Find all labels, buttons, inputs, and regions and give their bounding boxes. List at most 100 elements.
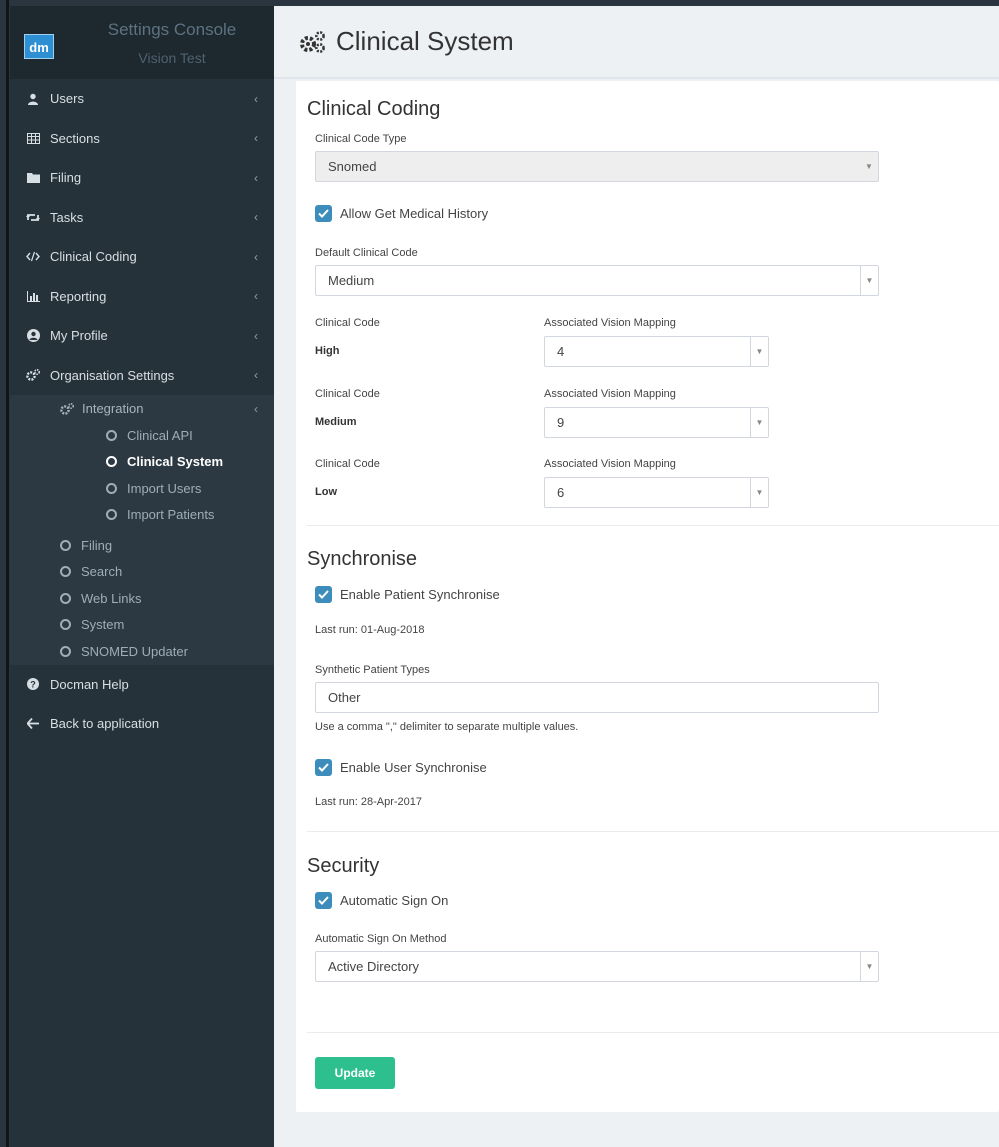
sidebar-item-label: Filing (50, 170, 82, 186)
default-code-select[interactable]: Medium ▼ (315, 265, 879, 296)
sidebar-item-back-to-application[interactable]: Back to application (10, 704, 274, 744)
sign-on-method-label: Automatic Sign On Method (315, 933, 447, 945)
settings-card: Clinical Coding Clinical Code Type Snome… (296, 81, 999, 1112)
arrow-left-icon (26, 717, 40, 731)
user-last-run: Last run: 28-Apr-2017 (315, 796, 423, 808)
folder-icon (26, 171, 40, 185)
allow-history-label: Allow Get Medical History (340, 206, 489, 221)
mapping-value: 4 (557, 344, 565, 359)
update-button[interactable]: Update (315, 1057, 395, 1089)
caret-down-icon: ▼ (750, 337, 768, 366)
sidebar-item-organisation-settings[interactable]: Organisation Settings ‹ (10, 356, 274, 396)
sidebar-item-clinical-coding[interactable]: Clinical Coding ‹ (10, 237, 274, 277)
sidebar-item-label: Web Links (81, 590, 142, 606)
synthetic-label: Synthetic Patient Types (315, 664, 430, 676)
patient-sync-checkbox[interactable] (315, 586, 332, 603)
synthetic-hint: Use a comma "," delimiter to separate mu… (315, 721, 579, 733)
code-type-label: Clinical Code Type (315, 133, 407, 145)
mapping-select-medium[interactable]: 9 ▼ (544, 407, 769, 438)
sidebar-item-my-profile[interactable]: My Profile ‹ (10, 316, 274, 356)
mapping-value: 9 (557, 415, 565, 430)
mapping-select-high[interactable]: 4 ▼ (544, 336, 769, 367)
sidebar-item-label: Back to application (50, 716, 160, 732)
auto-sign-on-checkbox[interactable] (315, 892, 332, 909)
allow-history-row[interactable]: Allow Get Medical History (315, 205, 488, 222)
sidebar-item-org-filing[interactable]: Filing (10, 532, 274, 559)
caret-down-icon: ▼ (860, 952, 878, 981)
cogs-icon (60, 402, 74, 415)
circle-icon (60, 645, 71, 657)
brand-header[interactable]: dm Settings Console Vision Test (10, 6, 274, 79)
question-circle-icon: ? (26, 677, 40, 691)
default-code-value: Medium (328, 273, 375, 288)
sidebar-item-label: Clinical Coding (50, 249, 137, 265)
sidebar-item-web-links[interactable]: Web Links (10, 585, 274, 612)
sidebar-item-label: Search (81, 564, 123, 580)
sidebar-item-clinical-system[interactable]: Clinical System (10, 449, 274, 476)
mapping-select-low[interactable]: 6 ▼ (544, 477, 769, 508)
security-heading: Security (307, 855, 380, 877)
check-icon (318, 763, 329, 772)
caret-down-icon: ▼ (860, 266, 878, 295)
chevron-left-icon: ‹ (254, 210, 258, 225)
sidebar-item-label: My Profile (50, 328, 108, 344)
sidebar-item-label: Organisation Settings (50, 367, 175, 383)
sidebar-item-reporting[interactable]: Reporting ‹ (10, 277, 274, 317)
mapping-code-high: High (315, 345, 340, 357)
synthetic-input[interactable]: Other (315, 682, 879, 713)
sidebar-item-tasks[interactable]: Tasks ‹ (10, 198, 274, 238)
sidebar-item-snomed-updater[interactable]: SNOMED Updater (10, 638, 274, 665)
sidebar-item-users[interactable]: Users ‹ (10, 79, 274, 119)
sidebar-item-label: System (81, 617, 125, 633)
code-type-value: Snomed (328, 159, 377, 174)
sidebar-item-label: Users (50, 91, 84, 107)
sidebar-item-import-patients[interactable]: Import Patients (10, 502, 274, 529)
bar-chart-icon (26, 289, 40, 303)
circle-icon (106, 509, 117, 521)
page-title: Clinical System (298, 26, 514, 57)
clinical-code-label: Clinical Code (315, 317, 380, 329)
sidebar-item-label: Docman Help (50, 676, 129, 692)
retweet-icon (26, 210, 40, 224)
sidebar-item-label: Integration (82, 401, 144, 416)
cogs-icon (300, 30, 325, 53)
sidebar-item-clinical-api[interactable]: Clinical API (10, 422, 274, 449)
sidebar-item-label: Import Users (127, 480, 202, 496)
auto-sign-on-row[interactable]: Automatic Sign On (315, 892, 448, 909)
circle-icon (60, 592, 71, 604)
circle-icon (106, 456, 117, 468)
code-type-select[interactable]: Snomed ▼ (315, 151, 879, 182)
chevron-left-icon: ‹ (254, 91, 258, 106)
brand-title: Settings Console (107, 20, 237, 39)
sidebar-item-docman-help[interactable]: ? Docman Help (10, 665, 274, 705)
section-divider (307, 831, 999, 832)
user-sync-row[interactable]: Enable User Synchronise (315, 759, 487, 776)
allow-history-checkbox[interactable] (315, 205, 332, 222)
code-icon (26, 250, 40, 264)
mapping-code-low: Low (315, 486, 337, 498)
circle-icon (60, 539, 71, 551)
user-icon (26, 92, 40, 106)
sign-on-method-select[interactable]: Active Directory ▼ (315, 951, 879, 982)
window-left-edge (6, 0, 9, 1147)
sidebar-item-search[interactable]: Search (10, 559, 274, 586)
circle-icon (60, 566, 71, 578)
sidebar-item-import-users[interactable]: Import Users (10, 475, 274, 502)
brand-subtitle: Vision Test (138, 50, 206, 66)
check-icon (318, 896, 329, 905)
sidebar-item-integration[interactable]: Integration ‹ (10, 395, 274, 422)
sidebar-item-filing[interactable]: Filing ‹ (10, 158, 274, 198)
chevron-left-icon: ‹ (254, 131, 258, 146)
caret-down-icon: ▼ (750, 408, 768, 437)
page-header: Clinical System (274, 6, 999, 79)
sidebar-item-sections[interactable]: Sections ‹ (10, 119, 274, 159)
synchronise-heading: Synchronise (307, 548, 418, 570)
caret-down-icon: ▼ (750, 478, 768, 507)
user-sync-checkbox[interactable] (315, 759, 332, 776)
patient-sync-row[interactable]: Enable Patient Synchronise (315, 586, 500, 603)
patient-sync-label: Enable Patient Synchronise (340, 587, 500, 602)
sidebar: dm Settings Console Vision Test Users ‹ … (10, 6, 274, 1147)
sidebar-item-system[interactable]: System (10, 612, 274, 639)
brand-logo: dm (24, 34, 54, 59)
sidebar-item-label: Clinical System (127, 454, 224, 470)
